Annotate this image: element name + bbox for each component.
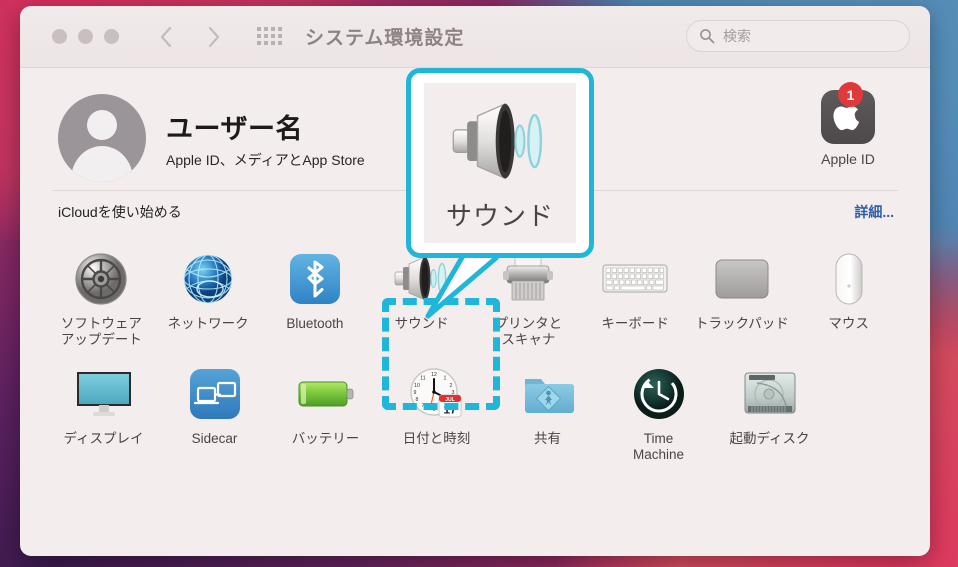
page-title: システム環境設定 bbox=[305, 28, 465, 49]
pane-label: 日付と時刻 bbox=[402, 430, 471, 446]
account-subtitle: Apple ID、メディアとApp Store bbox=[166, 151, 365, 168]
pane-label: 共有 bbox=[534, 430, 561, 446]
keyboard-icon bbox=[582, 248, 689, 310]
pane-label: Time Machine bbox=[632, 430, 685, 463]
status-badge: 1 bbox=[838, 82, 863, 107]
pane-displays[interactable]: ディスプレイ bbox=[48, 357, 159, 464]
pane-label: マウス bbox=[828, 316, 869, 331]
show-all-grid-icon[interactable] bbox=[257, 26, 283, 47]
icloud-details-link[interactable]: 詳細... bbox=[854, 202, 898, 222]
pane-trackpad[interactable]: トラックパッド bbox=[689, 242, 796, 349]
callout-content: サウンド bbox=[424, 83, 576, 243]
search-icon bbox=[699, 28, 715, 44]
account-name: ユーザー名 bbox=[166, 113, 303, 144]
avatar-body-icon bbox=[71, 146, 133, 182]
pane-startup-disk[interactable]: 起動ディスク bbox=[714, 357, 825, 464]
svg-text:6: 6 bbox=[432, 407, 435, 413]
avatar-head-icon bbox=[87, 110, 117, 140]
back-chevron-icon[interactable] bbox=[159, 26, 173, 48]
svg-text:2: 2 bbox=[449, 383, 452, 389]
sound-callout-bubble: サウンド bbox=[406, 68, 594, 258]
globe-icon bbox=[155, 248, 262, 310]
navigation-arrows bbox=[159, 26, 221, 48]
search-input[interactable]: 検索 bbox=[686, 20, 910, 52]
pane-label: Bluetooth bbox=[286, 316, 344, 331]
pane-sharing[interactable]: 共有 bbox=[492, 357, 603, 464]
svg-text:9: 9 bbox=[413, 390, 416, 396]
calendar-day-text: 17 bbox=[443, 402, 457, 416]
system-preferences-window: システム環境設定 検索 ユーザー名 Apple ID、メディアとApp Stor… bbox=[20, 6, 930, 556]
svg-text:11: 11 bbox=[420, 375, 425, 381]
trackpad-icon bbox=[689, 248, 796, 310]
clock-calendar-icon: 1212 345 678 91011 JUL 17 bbox=[381, 363, 492, 425]
pane-time-machine[interactable]: Time Machine bbox=[603, 357, 714, 464]
pane-mouse[interactable]: マウス bbox=[795, 242, 902, 349]
pane-network[interactable]: ネットワーク bbox=[155, 242, 262, 349]
pane-bluetooth[interactable]: Bluetooth bbox=[262, 242, 369, 349]
pane-battery[interactable]: バッテリー bbox=[270, 357, 381, 464]
hard-disk-icon bbox=[714, 363, 825, 425]
traffic-light-group bbox=[52, 29, 119, 44]
svg-text:12: 12 bbox=[431, 372, 437, 378]
icloud-banner-text: iCloudを使い始める bbox=[58, 203, 182, 220]
svg-text:7: 7 bbox=[421, 403, 424, 409]
display-icon bbox=[48, 363, 159, 425]
pane-label: 起動ディスク bbox=[729, 430, 810, 446]
sidecar-icon bbox=[159, 363, 270, 425]
zoom-button-icon[interactable] bbox=[104, 29, 119, 44]
pane-label: バッテリー bbox=[291, 430, 360, 446]
apple-id-label: Apple ID bbox=[821, 151, 875, 167]
pane-label: ネットワーク bbox=[167, 316, 249, 331]
pane-label: ソフトウェア アップデート bbox=[60, 316, 142, 348]
apple-id-tile[interactable]: 1 Apple ID bbox=[802, 82, 894, 167]
bluetooth-icon bbox=[262, 248, 369, 310]
gear-icon bbox=[48, 248, 155, 310]
search-placeholder: 検索 bbox=[723, 28, 751, 44]
account-text: ユーザー名 Apple ID、メディアとApp Store bbox=[166, 107, 365, 170]
minimize-button-icon[interactable] bbox=[78, 29, 93, 44]
speaker-icon bbox=[446, 94, 554, 190]
pane-row-2: ディスプレイ Sidecar バッテリー 12 1 2 3 6 7 8 9 10… bbox=[48, 357, 902, 464]
pane-keyboard[interactable]: キーボード bbox=[582, 242, 689, 349]
pane-date-time[interactable]: 1212 345 678 91011 JUL 17 bbox=[381, 357, 492, 464]
svg-text:1: 1 bbox=[443, 375, 446, 381]
pane-label: ディスプレイ bbox=[63, 430, 144, 446]
close-button-icon[interactable] bbox=[52, 29, 67, 44]
pane-sidecar[interactable]: Sidecar bbox=[159, 357, 270, 464]
callout-label: サウンド bbox=[445, 200, 554, 231]
svg-text:8: 8 bbox=[415, 397, 418, 403]
mouse-icon bbox=[795, 248, 902, 310]
shared-folder-icon bbox=[492, 363, 603, 425]
battery-icon bbox=[270, 363, 381, 425]
apple-logo-icon: 1 bbox=[821, 82, 875, 144]
avatar[interactable] bbox=[58, 94, 146, 182]
time-machine-icon bbox=[603, 363, 714, 425]
pane-label: Sidecar bbox=[191, 430, 238, 446]
pane-software-update[interactable]: ソフトウェア アップデート bbox=[48, 242, 155, 349]
window-titlebar: システム環境設定 検索 bbox=[20, 6, 930, 68]
pane-label: トラックパッド bbox=[694, 316, 789, 331]
pane-label: キーボード bbox=[601, 316, 669, 331]
svg-text:10: 10 bbox=[414, 383, 420, 389]
forward-chevron-icon[interactable] bbox=[207, 26, 221, 48]
